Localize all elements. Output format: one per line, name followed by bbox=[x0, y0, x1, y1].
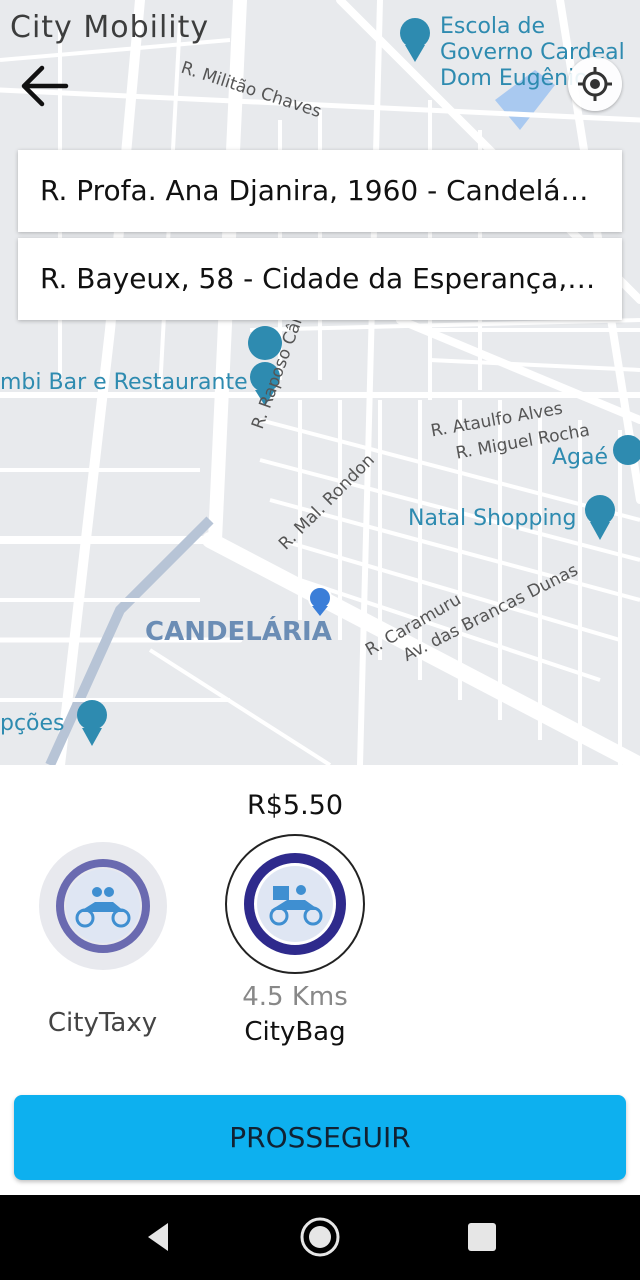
poi-label-agae: Agaé bbox=[552, 445, 609, 470]
poi-label-options: pções bbox=[0, 711, 65, 736]
motorbike-delivery-icon bbox=[244, 853, 346, 955]
proceed-button[interactable]: PROSSEGUIR bbox=[14, 1095, 626, 1180]
vehicle-label-citybag: CityBag bbox=[244, 1017, 346, 1047]
my-location-button[interactable] bbox=[568, 57, 622, 111]
poi-label-shopping: Natal Shopping bbox=[408, 506, 577, 531]
app-title: City Mobility bbox=[10, 10, 210, 45]
vehicle-option-citytaxy[interactable] bbox=[39, 842, 167, 970]
vehicle-label-citytaxy: CityTaxy bbox=[47, 1008, 158, 1038]
map-view[interactable]: R. Militão Chaves R. Raposo Câmara R. Ma… bbox=[0, 0, 640, 765]
fare-price: R$5.50 bbox=[246, 790, 344, 821]
pickup-address-field[interactable]: R. Profa. Ana Djanira, 1960 - Candelária… bbox=[18, 150, 622, 232]
trip-distance: 4.5 Kms bbox=[242, 982, 348, 1012]
crosshair-icon bbox=[578, 67, 612, 101]
nav-home-icon[interactable] bbox=[298, 1215, 342, 1259]
nav-back-icon[interactable] bbox=[140, 1219, 176, 1255]
motorbike-passenger-icon bbox=[56, 859, 150, 953]
back-button[interactable] bbox=[20, 60, 72, 112]
nav-recents-icon[interactable] bbox=[464, 1219, 500, 1255]
poi-label-bar: mbi Bar e Restaurante bbox=[0, 370, 248, 395]
destination-address-field[interactable]: R. Bayeux, 58 - Cidade da Esperança, Nat… bbox=[18, 238, 622, 320]
arrow-left-icon bbox=[21, 65, 69, 107]
district-label: CANDELÁRIA bbox=[145, 617, 332, 647]
system-navigation-bar bbox=[0, 1195, 640, 1280]
vehicle-option-citybag[interactable] bbox=[225, 834, 365, 974]
